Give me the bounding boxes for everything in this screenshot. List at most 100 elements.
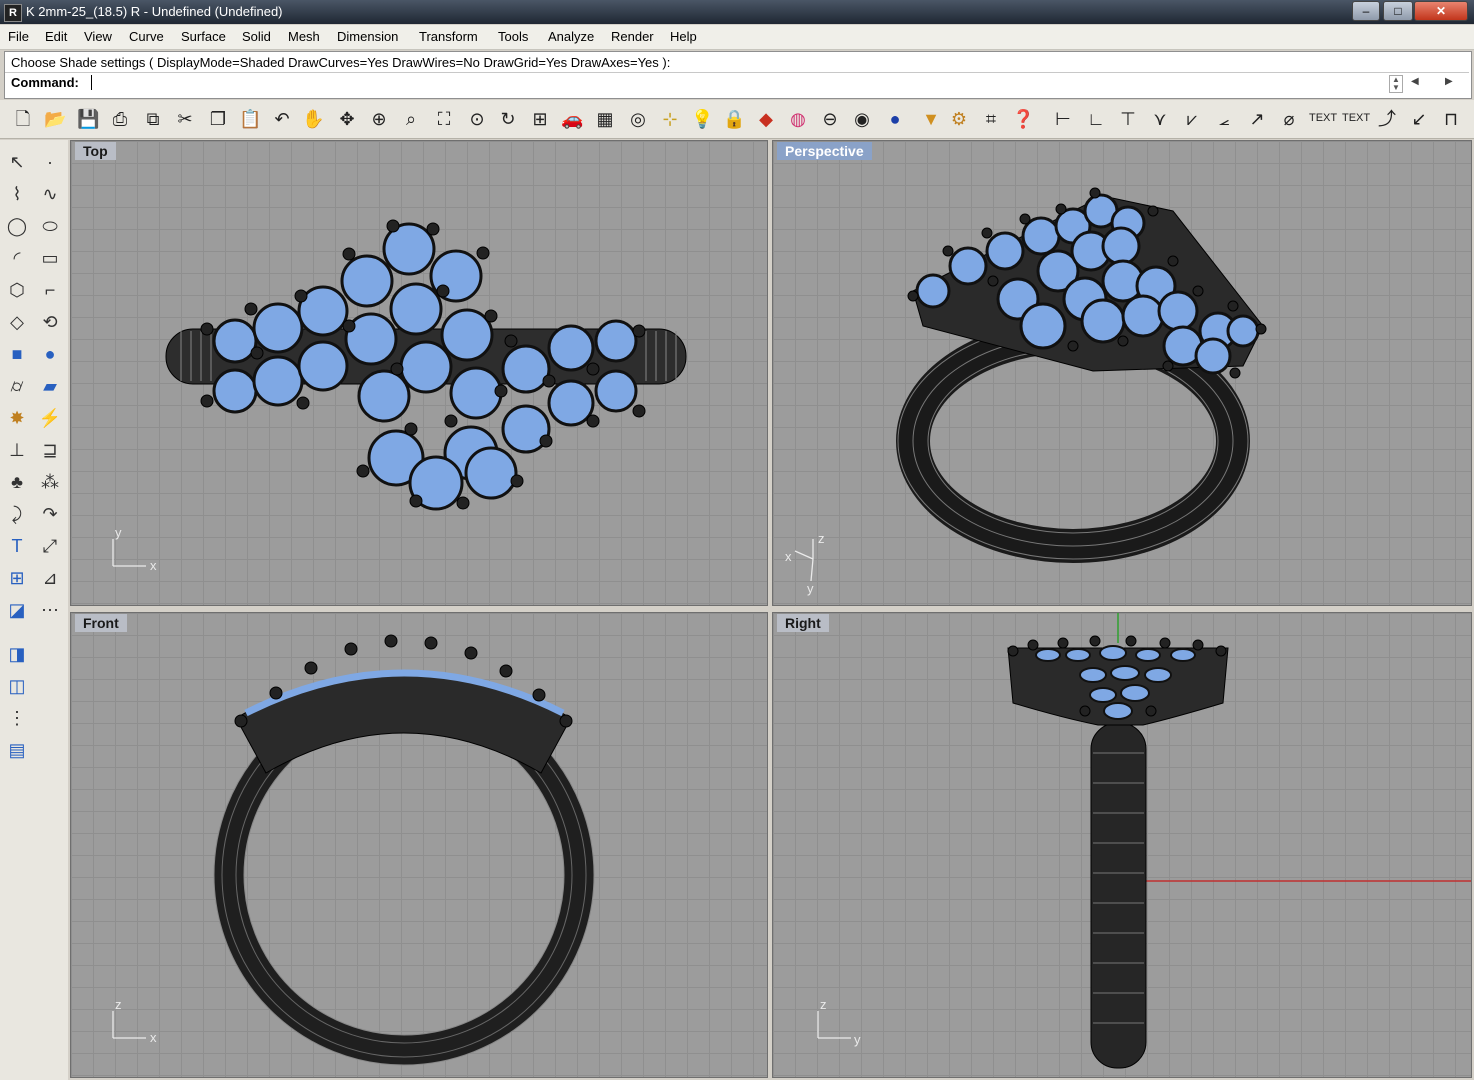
- zoom-window-icon[interactable]: ⌕: [400, 108, 422, 130]
- layer-icon[interactable]: ◆: [755, 108, 777, 130]
- dimension-icon[interactable]: ⌗: [980, 108, 1002, 130]
- circle-icon[interactable]: ◯: [5, 214, 29, 238]
- light-icon[interactable]: 💡: [691, 108, 713, 130]
- polyline-icon[interactable]: ⌇: [5, 182, 29, 206]
- dim-diameter-icon[interactable]: ⌀: [1278, 108, 1300, 130]
- rhino-app-icon[interactable]: R: [4, 4, 22, 22]
- text-icon[interactable]: T: [5, 534, 29, 558]
- viewport-right[interactable]: Right y z: [772, 612, 1472, 1078]
- point-icon[interactable]: ·: [38, 150, 62, 174]
- move-view-icon[interactable]: ✥: [336, 108, 358, 130]
- menu-transform[interactable]: Transform: [419, 29, 478, 44]
- scale-icon[interactable]: ⤢: [38, 534, 62, 558]
- array-icon[interactable]: ⁂: [38, 470, 62, 494]
- dim-ordinate-icon[interactable]: ⊤: [1117, 108, 1139, 130]
- move-icon[interactable]: ⊥: [5, 438, 29, 462]
- menu-tools[interactable]: Tools: [498, 29, 528, 44]
- split-icon[interactable]: ⚡: [38, 406, 62, 430]
- menu-mesh[interactable]: Mesh: [288, 29, 320, 44]
- new-icon[interactable]: 🗋: [12, 108, 34, 130]
- car-icon[interactable]: 🚗: [561, 108, 583, 130]
- rotate-icon[interactable]: ↷: [38, 502, 62, 526]
- scroll-right-icon[interactable]: ▶: [1445, 76, 1453, 87]
- menu-curve[interactable]: Curve: [129, 29, 164, 44]
- help-icon[interactable]: ❓: [1012, 108, 1034, 130]
- menu-render[interactable]: Render: [611, 29, 654, 44]
- menu-dimension[interactable]: Dimension: [337, 29, 398, 44]
- analyze-icon[interactable]: ⊿: [38, 566, 62, 590]
- osnap-icon[interactable]: ◎: [627, 108, 649, 130]
- text-block-button[interactable]: TEXT: [1342, 112, 1370, 124]
- blend-icon[interactable]: ⤸: [5, 502, 29, 526]
- dim-aligned-icon[interactable]: ∟: [1085, 108, 1107, 130]
- dim-radius-icon[interactable]: ↗: [1246, 108, 1268, 130]
- scroll-left-icon[interactable]: ◀: [1411, 76, 1419, 87]
- sphere-mesh-icon[interactable]: ◉: [851, 108, 873, 130]
- curve-icon[interactable]: ∿: [38, 182, 62, 206]
- dim-angle-icon[interactable]: ⋎: [1149, 108, 1171, 130]
- select-arrow-icon[interactable]: ↖: [5, 150, 29, 174]
- dim-leader-icon[interactable]: ↙: [1408, 108, 1430, 130]
- command-input[interactable]: [91, 75, 92, 90]
- viewport-front[interactable]: Front x z: [70, 612, 768, 1078]
- extrude-icon[interactable]: ▰: [38, 374, 62, 398]
- text-tool-button[interactable]: TEXT: [1309, 112, 1337, 124]
- render-icon[interactable]: ◪: [5, 598, 29, 622]
- menu-surface[interactable]: Surface: [181, 29, 226, 44]
- mesh-icon[interactable]: ⊞: [5, 566, 29, 590]
- arc-icon[interactable]: ◜: [5, 246, 29, 270]
- viewport-perspective[interactable]: Perspective x z y: [772, 140, 1472, 606]
- dim-arc-icon[interactable]: ⦟: [1213, 108, 1235, 130]
- zoom-in-icon[interactable]: ⊕: [368, 108, 390, 130]
- four-view-icon[interactable]: ⊞: [529, 108, 551, 130]
- pan-icon[interactable]: ✋: [302, 108, 324, 130]
- sphere-render-icon[interactable]: ●: [884, 108, 906, 130]
- surface-icon[interactable]: ◇: [5, 310, 29, 334]
- leader-icon[interactable]: ⤴: [1376, 108, 1398, 130]
- group-icon[interactable]: ♣: [5, 470, 29, 494]
- sphere-wire-icon[interactable]: ⊖: [819, 108, 841, 130]
- undo-icon[interactable]: ↶: [271, 108, 293, 130]
- boolean-union-icon[interactable]: ●: [38, 342, 62, 366]
- ellipse-icon[interactable]: ⬭: [38, 214, 62, 238]
- menu-help[interactable]: Help: [670, 29, 697, 44]
- zoom-extents-icon[interactable]: ⛶: [433, 108, 455, 130]
- polygon-icon[interactable]: ⬡: [5, 278, 29, 302]
- more-tools-icon[interactable]: ⋮: [5, 706, 29, 730]
- open-icon[interactable]: 📂: [44, 108, 66, 130]
- snap-icon[interactable]: ⊹: [659, 108, 681, 130]
- dim-angle2-icon[interactable]: ⩗: [1181, 108, 1203, 130]
- viewport-top[interactable]: Top x y: [70, 140, 768, 606]
- named-view-icon[interactable]: ▤: [5, 738, 29, 762]
- dim-style-icon[interactable]: ⊓: [1440, 108, 1462, 130]
- dim-horizontal-icon[interactable]: ⊢: [1052, 108, 1074, 130]
- rectangle-icon[interactable]: ▭: [38, 246, 62, 270]
- cut-icon[interactable]: ✂: [174, 108, 196, 130]
- box-icon[interactable]: ■: [5, 342, 29, 366]
- cplane-icon[interactable]: ◨: [5, 642, 29, 666]
- pointer-filter-icon[interactable]: ▼: [920, 108, 942, 130]
- close-button[interactable]: ✕: [1414, 1, 1468, 21]
- grid-icon[interactable]: ▦: [594, 108, 616, 130]
- menu-edit[interactable]: Edit: [45, 29, 67, 44]
- viewport-layout-icon[interactable]: ◫: [5, 674, 29, 698]
- import-icon[interactable]: ⧉: [142, 108, 164, 130]
- lock-icon[interactable]: 🔒: [723, 108, 745, 130]
- paste-icon[interactable]: 📋: [239, 108, 261, 130]
- save-icon[interactable]: 💾: [77, 108, 99, 130]
- color-wheel-icon[interactable]: ◍: [787, 108, 809, 130]
- maximize-button[interactable]: □: [1383, 1, 1413, 21]
- settings-icon[interactable]: ⚙: [948, 108, 970, 130]
- explode-icon[interactable]: ✸: [5, 406, 29, 430]
- menu-solid[interactable]: Solid: [242, 29, 271, 44]
- print-icon[interactable]: ⎙: [109, 108, 131, 130]
- revolve-icon[interactable]: ⟲: [38, 310, 62, 334]
- fillet-curve-icon[interactable]: ⌐: [38, 278, 62, 302]
- grip-icon[interactable]: ⋯: [38, 598, 62, 622]
- zoom-selected-icon[interactable]: ⊙: [466, 108, 488, 130]
- menu-view[interactable]: View: [84, 29, 112, 44]
- history-scroll-spinner[interactable]: ▲ ▼: [1389, 75, 1403, 93]
- align-icon[interactable]: ⊒: [38, 438, 62, 462]
- menu-file[interactable]: File: [8, 29, 29, 44]
- cylinder-icon[interactable]: ⌭: [5, 374, 29, 398]
